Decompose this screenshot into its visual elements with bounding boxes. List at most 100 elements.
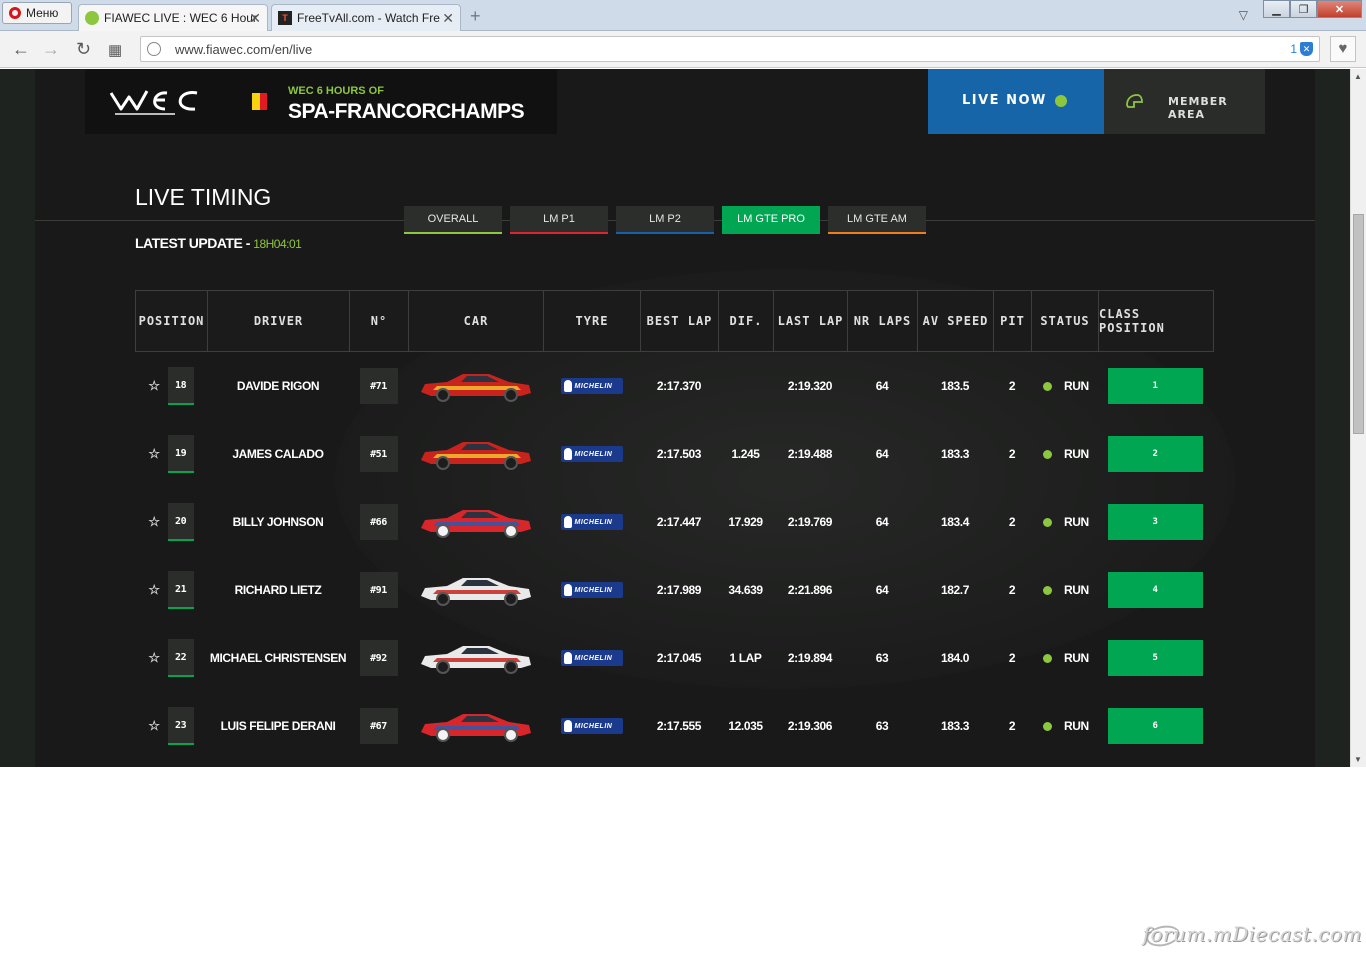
col-number[interactable]: N°	[350, 291, 409, 351]
flag-stripe-black	[245, 93, 253, 110]
overall-position: 20	[167, 503, 194, 541]
reload-icon[interactable]: ↻	[76, 39, 91, 60]
favourite-star-icon[interactable]: ☆	[148, 718, 160, 734]
col-status[interactable]: STATUS	[1032, 291, 1099, 351]
scroll-thumb[interactable]	[1353, 214, 1364, 434]
col-last-lap[interactable]: LAST LAP	[774, 291, 848, 351]
car-image	[408, 624, 543, 692]
page-scrollbar[interactable]: ▲ ▼	[1350, 69, 1366, 767]
driver-name[interactable]: JAMES CALADO	[207, 420, 349, 488]
opera-menu-button[interactable]: Меню	[2, 2, 72, 24]
number-cell: #91	[349, 556, 408, 624]
col-driver[interactable]: DRIVER	[208, 291, 350, 351]
timing-table: POSITION DRIVER N° CAR TYRE BEST LAP DIF…	[135, 290, 1214, 760]
new-tab-icon[interactable]: +	[470, 6, 481, 27]
site-info-icon[interactable]	[147, 42, 161, 56]
col-position[interactable]: POSITION	[136, 291, 208, 351]
member-area-label: MEMBER AREA	[1168, 95, 1228, 121]
latest-update-time: 18H04:01	[253, 237, 302, 251]
scroll-up-icon[interactable]: ▲	[1354, 72, 1362, 81]
close-tab-icon[interactable]: ✕	[442, 10, 454, 27]
back-icon[interactable]: ←	[12, 39, 30, 60]
minimize-icon[interactable]: ▁	[1263, 0, 1290, 18]
tab-lm-p1[interactable]: LM P1	[510, 206, 608, 234]
front-wheel	[435, 456, 450, 470]
driver-name[interactable]: LUIS FELIPE DERANI	[207, 692, 349, 760]
driver-name[interactable]: MICHAEL CHRISTENSEN	[207, 624, 349, 692]
category-tabs: OVERALL LM P1 LM P2 LM GTE PRO LM GTE AM	[404, 206, 926, 234]
av-speed: 184.0	[940, 651, 970, 665]
col-dif[interactable]: DIF.	[719, 291, 774, 351]
rear-wheel	[503, 456, 518, 470]
table-row[interactable]: ☆ 23 LUIS FELIPE DERANI #67 MICHELIN 2:1…	[135, 692, 1214, 760]
member-area-button[interactable]: MEMBER AREA	[1104, 69, 1265, 134]
position-cell: ☆ 19	[135, 420, 207, 488]
tab-overall[interactable]: OVERALL	[404, 206, 502, 234]
col-car[interactable]: CAR	[409, 291, 544, 351]
tab-lm-p2[interactable]: LM P2	[616, 206, 714, 234]
favourite-star-icon[interactable]: ☆	[148, 446, 160, 462]
dif	[718, 352, 773, 420]
speed-dial-icon[interactable]: ▦	[108, 41, 122, 59]
live-now-button[interactable]: LIVE NOW	[928, 69, 1104, 134]
adblock-shield-icon[interactable]: ✕	[1300, 42, 1313, 56]
favourite-star-icon[interactable]: ☆	[148, 582, 160, 598]
ford-car-icon	[420, 510, 531, 538]
favourite-star-icon[interactable]: ☆	[148, 378, 160, 394]
page-viewport: WEC 6 HOURS OF SPA-FRANCORCHAMPS LIVE NO…	[0, 69, 1366, 767]
overall-position: 21	[167, 571, 194, 609]
close-tab-icon[interactable]: ✕	[249, 10, 261, 27]
table-row[interactable]: ☆ 20 BILLY JOHNSON #66 MICHELIN 2:17.447…	[135, 488, 1214, 556]
last-lap: 2:19.306	[787, 719, 833, 733]
car-number: #66	[359, 504, 398, 540]
best-lap: 2:17.370	[656, 379, 702, 393]
favourite-star-icon[interactable]: ☆	[148, 514, 160, 530]
class-position-cell: 5	[1098, 624, 1212, 692]
class-position-cell: 4	[1098, 556, 1212, 624]
url-field[interactable]: www.fiawec.com/en/live 1 ✕	[140, 36, 1320, 62]
dif: 12.035	[728, 719, 763, 733]
stash-heart-icon[interactable]: ♥	[1330, 36, 1356, 62]
col-class-position[interactable]: CLASS POSITION	[1099, 291, 1213, 351]
table-row[interactable]: ☆ 21 RICHARD LIETZ #91 MICHELIN 2:17.989…	[135, 556, 1214, 624]
scroll-down-icon[interactable]: ▼	[1354, 755, 1362, 764]
table-body: ☆ 18 DAVIDE RIGON #71 MICHELIN 2:17.370 …	[135, 352, 1214, 760]
ford-car-icon	[420, 714, 531, 742]
driver-name[interactable]: RICHARD LIETZ	[207, 556, 349, 624]
driver-name[interactable]: DAVIDE RIGON	[207, 352, 349, 420]
tyre-cell: MICHELIN	[543, 624, 640, 692]
status-cell: RUN	[1031, 624, 1098, 692]
table-row[interactable]: ☆ 18 DAVIDE RIGON #71 MICHELIN 2:17.370 …	[135, 352, 1214, 420]
pit: 2	[1008, 515, 1016, 529]
position-cell: ☆ 20	[135, 488, 207, 556]
rear-wheel	[503, 388, 518, 402]
table-row[interactable]: ☆ 19 JAMES CALADO #51 MICHELIN 2:17.503 …	[135, 420, 1214, 488]
table-row[interactable]: ☆ 22 MICHAEL CHRISTENSEN #92 MICHELIN 2:…	[135, 624, 1214, 692]
michelin-logo-icon: MICHELIN	[560, 718, 623, 734]
tyre-brand: MICHELIN	[574, 586, 613, 594]
col-nr-laps[interactable]: NR LAPS	[848, 291, 918, 351]
col-tyre[interactable]: TYRE	[544, 291, 641, 351]
car-number: #92	[359, 640, 398, 676]
front-wheel	[435, 524, 450, 538]
tab-freetvall[interactable]: T FreeTvAll.com - Watch Fre ✕	[271, 4, 461, 31]
dif: 1.245	[731, 447, 760, 461]
michelin-logo-icon: MICHELIN	[560, 446, 623, 462]
forward-icon[interactable]: →	[42, 39, 60, 60]
status-dot-icon	[1043, 585, 1052, 595]
col-av-speed[interactable]: AV SPEED	[918, 291, 994, 351]
tab-fiawec[interactable]: FIAWEC LIVE : WEC 6 Hour ✕	[78, 4, 268, 31]
col-best-lap[interactable]: BEST LAP	[641, 291, 719, 351]
last-lap: 2:19.320	[787, 379, 833, 393]
col-pit[interactable]: PIT	[994, 291, 1032, 351]
tab-lm-gte-am[interactable]: LM GTE AM	[828, 206, 926, 234]
driver-name[interactable]: BILLY JOHNSON	[207, 488, 349, 556]
tab-lm-gte-pro[interactable]: LM GTE PRO	[722, 206, 820, 234]
favourite-star-icon[interactable]: ☆	[148, 650, 160, 666]
close-window-icon[interactable]: ✕	[1317, 0, 1362, 18]
tyre-cell: MICHELIN	[543, 488, 640, 556]
tab-menu-icon[interactable]: ▽	[1239, 8, 1248, 22]
wec-logo-icon[interactable]	[105, 83, 200, 119]
status-dot-icon	[1043, 381, 1052, 391]
maximize-icon[interactable]: ❐	[1290, 0, 1317, 18]
